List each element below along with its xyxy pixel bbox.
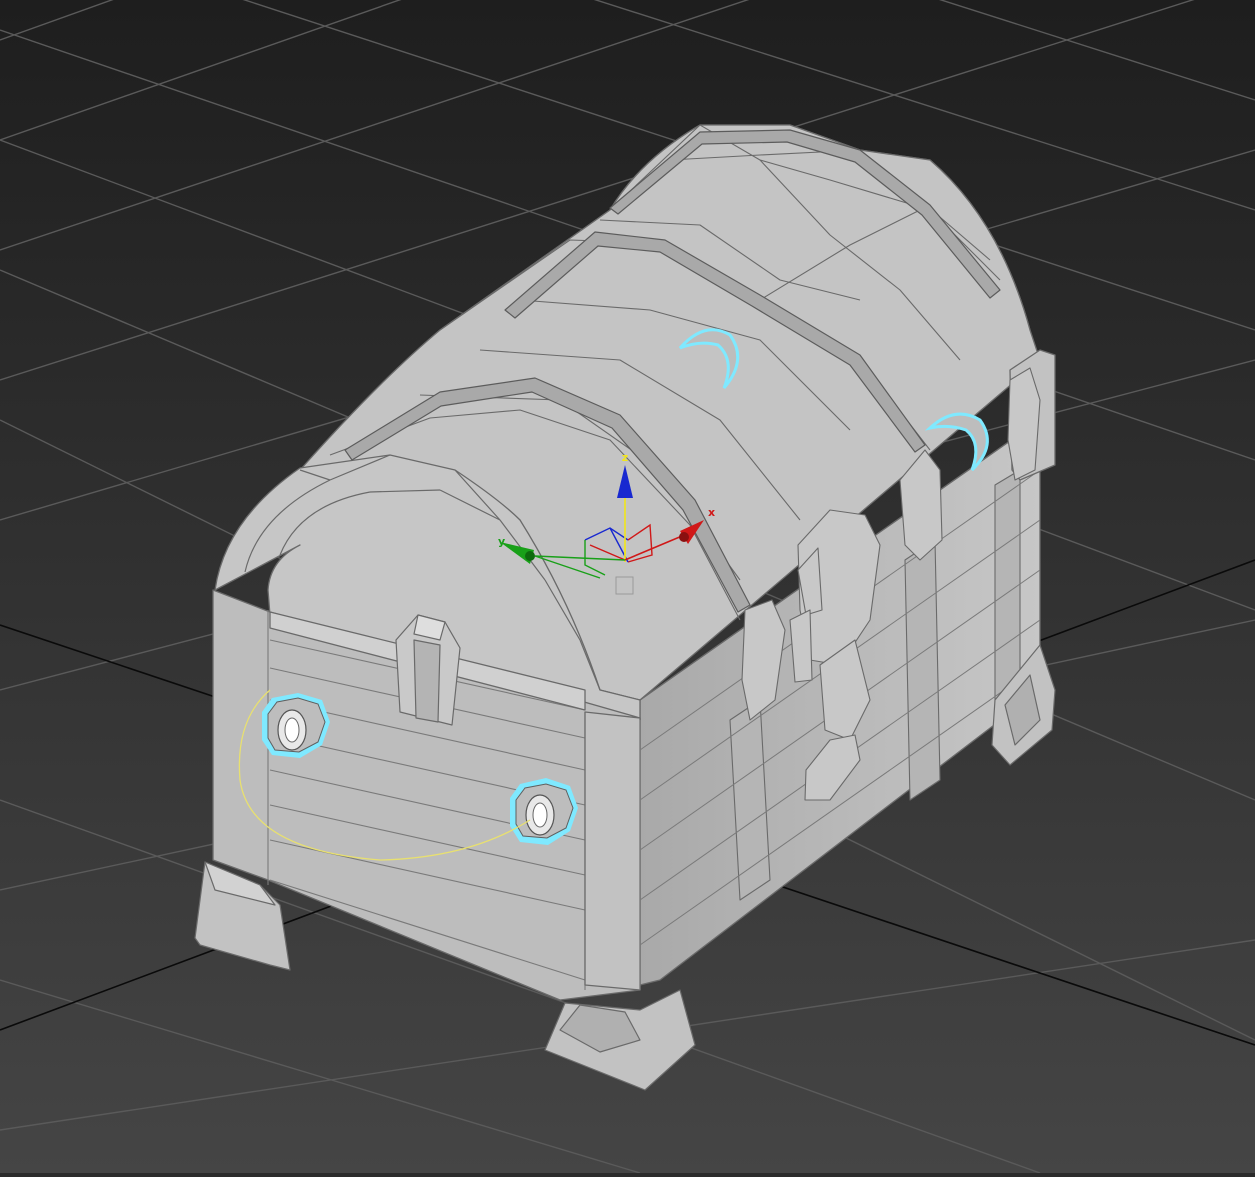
front-corner-post — [584, 711, 641, 991]
3d-viewport[interactable]: z x y — [0, 0, 1255, 1174]
gizmo-x-label: x — [708, 506, 715, 519]
gizmo-z-label: z — [622, 451, 628, 464]
front-latch — [395, 614, 461, 726]
gizmo-y-label: y — [498, 535, 505, 548]
viewport-canvas[interactable]: z x y — [0, 0, 1255, 1174]
